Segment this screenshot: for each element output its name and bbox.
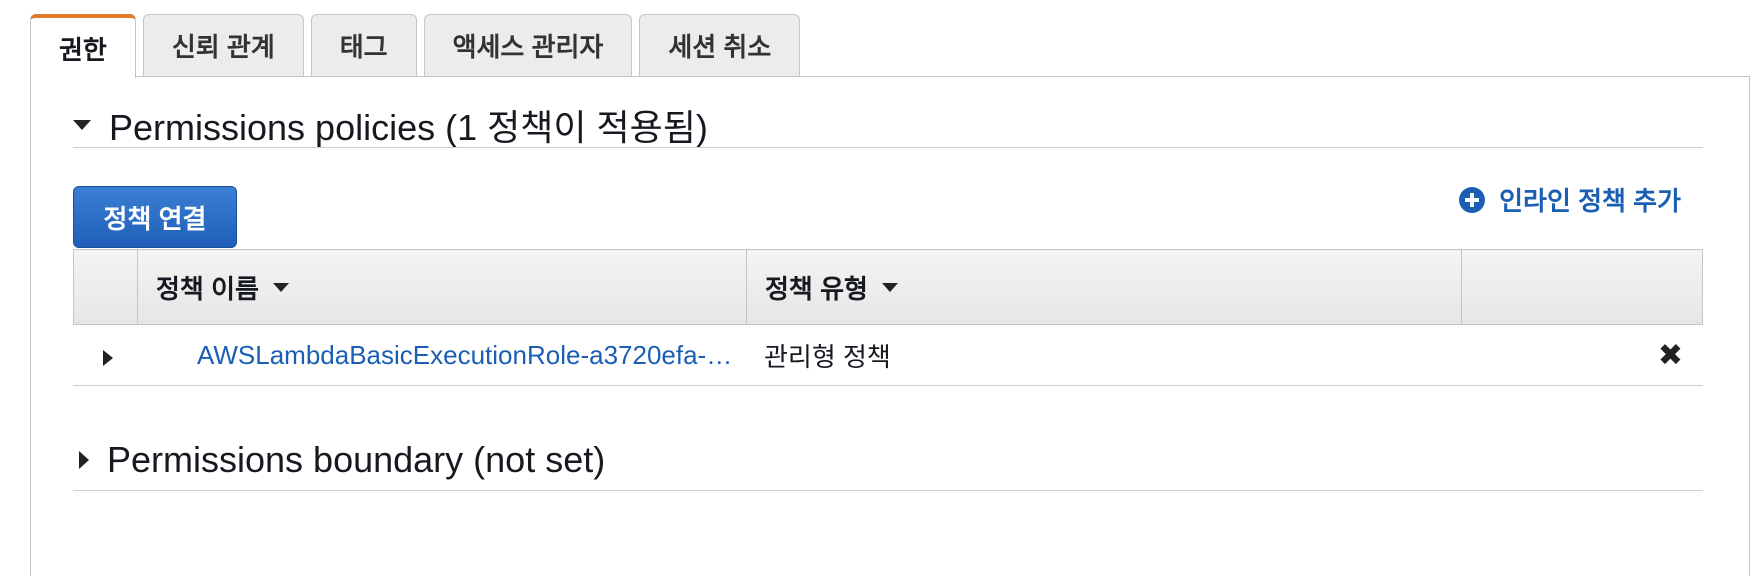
tab-tags[interactable]: 태그 <box>310 14 417 76</box>
attach-policies-button[interactable]: 정책 연결 <box>73 186 237 248</box>
tab-permissions[interactable]: 권한 <box>30 14 136 78</box>
expand-column-header <box>74 250 138 324</box>
policies-table: 정책 이름 정책 유형 AWSLambdaBasicExecutionRole-… <box>73 249 1703 386</box>
sort-down-icon <box>272 282 289 292</box>
tab-revoke-sessions[interactable]: 세션 취소 <box>639 14 801 76</box>
tab-access-advisor[interactable]: 액세스 관리자 <box>423 14 633 76</box>
policy-type-value: 관리형 정책 <box>764 341 891 372</box>
expand-cell <box>73 344 137 366</box>
column-header-policy-name[interactable]: 정책 이름 <box>138 250 747 324</box>
policy-type-cell: 관리형 정책 <box>746 337 1461 374</box>
table-header: 정책 이름 정책 유형 <box>73 249 1703 325</box>
add-inline-policy-label: 인라인 정책 추가 <box>1499 186 1681 216</box>
policy-name-link[interactable]: AWSLambdaBasicExecutionRole-a3720efa-… <box>137 340 732 371</box>
caret-right-icon[interactable] <box>103 350 113 366</box>
permissions-boundary-header[interactable]: Permissions boundary (not set) <box>73 439 605 481</box>
plus-circle-icon <box>1459 186 1486 213</box>
permissions-panel: Permissions policies (1 정책이 적용됨) 정책 연결 인… <box>30 76 1750 576</box>
section-divider <box>73 147 1703 148</box>
column-header-label: 정책 이름 <box>156 273 259 304</box>
tab-trust-relationships[interactable]: 신뢰 관계 <box>142 14 304 76</box>
sort-down-icon <box>881 282 898 292</box>
add-inline-policy-link[interactable]: 인라인 정책 추가 <box>1459 181 1681 218</box>
permissions-boundary-title: Permissions boundary (not set) <box>107 439 606 480</box>
close-icon[interactable]: ✖ <box>1658 338 1683 373</box>
remove-cell: ✖ <box>1461 338 1701 373</box>
expand-icon[interactable] <box>79 451 89 469</box>
collapse-icon[interactable] <box>73 120 91 130</box>
actions-column-header <box>1462 250 1702 324</box>
section-divider <box>73 490 1703 491</box>
tab-bar: 권한 신뢰 관계 태그 액세스 관리자 세션 취소 <box>30 14 801 78</box>
table-row: AWSLambdaBasicExecutionRole-a3720efa-… 관… <box>73 325 1703 386</box>
column-header-label: 정책 유형 <box>765 273 868 304</box>
permissions-policies-title: Permissions policies (1 정책이 적용됨) <box>109 107 708 148</box>
permissions-policies-header[interactable]: Permissions policies (1 정책이 적용됨) <box>73 99 708 151</box>
policy-name-cell: AWSLambdaBasicExecutionRole-a3720efa-… <box>137 340 746 371</box>
column-header-policy-type[interactable]: 정책 유형 <box>747 250 1462 324</box>
